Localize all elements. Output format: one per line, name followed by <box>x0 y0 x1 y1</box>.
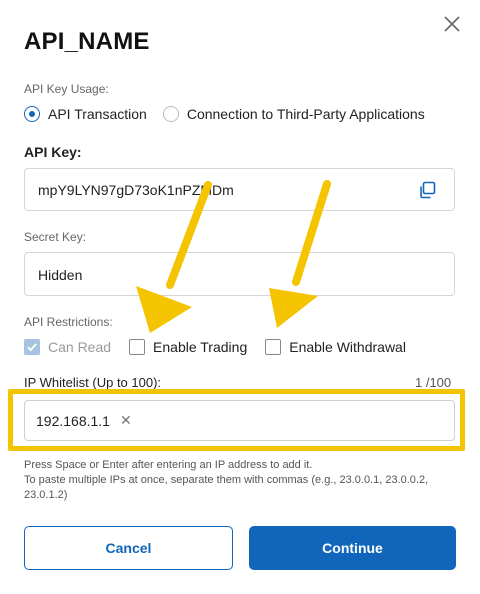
whitelist-help: Press Space or Enter after entering an I… <box>24 458 454 503</box>
radio-third-party-label[interactable]: Connection to Third-Party Applications <box>187 106 425 122</box>
whitelist-help-line2: To paste multiple IPs at once, separate … <box>24 474 429 501</box>
api-key-value: mpY9LYN97gD73oK1nPZMDm <box>38 182 234 198</box>
checkbox-can-read <box>24 339 40 355</box>
whitelist-help-line1: Press Space or Enter after entering an I… <box>24 459 313 471</box>
secret-key-label: Secret Key: <box>24 230 87 244</box>
highlight-box <box>8 389 465 451</box>
secret-key-field[interactable]: Hidden <box>24 252 455 296</box>
checkbox-can-read-label: Can Read <box>48 339 112 355</box>
cancel-button[interactable]: Cancel <box>24 526 233 570</box>
usage-radio-group: API Transaction Connection to Third-Part… <box>24 106 441 122</box>
api-key-field[interactable]: mpY9LYN97gD73oK1nPZMDm <box>24 168 455 211</box>
restrictions-label: API Restrictions: <box>24 315 113 329</box>
checkbox-enable-withdrawal[interactable] <box>265 339 282 355</box>
restrictions-group: Can Read Enable Trading Enable Withdrawa… <box>24 339 406 355</box>
api-key-dialog: API_NAME API Key Usage: API Transaction … <box>0 0 480 594</box>
dialog-title: API_NAME <box>24 28 150 55</box>
whitelist-label: IP Whitelist (Up to 100): <box>24 375 162 390</box>
secret-key-value: Hidden <box>38 267 83 283</box>
radio-api-transaction-label[interactable]: API Transaction <box>48 106 147 122</box>
radio-api-transaction[interactable] <box>24 106 40 122</box>
continue-button[interactable]: Continue <box>249 526 456 570</box>
checkbox-enable-trading-label[interactable]: Enable Trading <box>153 339 247 355</box>
whitelist-count: 1 /100 <box>415 375 452 390</box>
checkbox-enable-trading[interactable] <box>129 339 146 355</box>
close-icon[interactable] <box>440 12 464 36</box>
copy-icon[interactable] <box>418 181 436 199</box>
checkbox-enable-withdrawal-label[interactable]: Enable Withdrawal <box>289 339 406 355</box>
api-key-label: API Key: <box>24 144 82 160</box>
radio-third-party[interactable] <box>162 106 179 122</box>
usage-label: API Key Usage: <box>24 82 109 96</box>
